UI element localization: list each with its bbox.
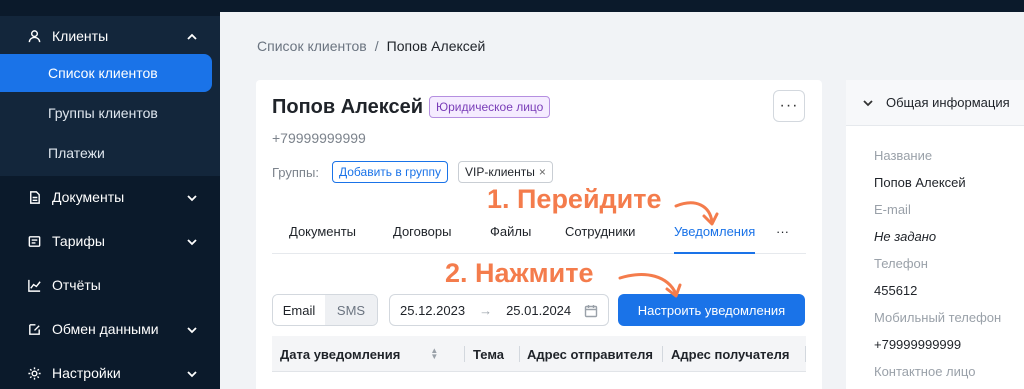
date-range-picker[interactable]: 25.12.2023 → 25.01.2024 [389, 294, 609, 326]
more-actions-button[interactable]: ··· [773, 90, 805, 122]
page-title: Попов Алексей [272, 96, 424, 118]
tab-contracts[interactable]: Договоры [393, 224, 451, 254]
client-phone: +79999999999 [272, 130, 366, 146]
sidebar-item-label: Настройки [52, 365, 121, 381]
breadcrumb-parent[interactable]: Список клиентов [257, 38, 367, 54]
annotation-step-2: 2. Нажмите [445, 258, 594, 288]
sidebar-item-label: Отчёты [52, 277, 101, 293]
group-tag-label: VIP-клиенты [465, 165, 535, 179]
sidebar-item-reports[interactable]: Отчёты [0, 265, 220, 305]
document-icon [26, 189, 42, 205]
field-value-mobile: +79999999999 [874, 337, 962, 352]
sidebar-subitem-payments[interactable]: Платежи [0, 134, 212, 172]
annotation-arrow-icon [674, 201, 719, 226]
top-bar [220, 0, 1024, 12]
sort-icon[interactable]: ▲ ▼ [430, 347, 438, 361]
channel-sms[interactable]: SMS [325, 295, 377, 325]
gear-icon [26, 365, 42, 381]
sidebar-subitem-client-list[interactable]: Список клиентов [0, 54, 212, 92]
chevron-down-icon [186, 191, 198, 203]
chevron-down-icon [186, 235, 198, 247]
sidebar-item-tariffs[interactable]: Тарифы [0, 221, 220, 261]
annotation-step-1: 1. Перейдите [487, 184, 662, 214]
field-value-phone: 455612 [874, 283, 918, 298]
column-header-subject[interactable]: Тема [465, 336, 520, 372]
client-type-badge: Юридическое лицо [429, 96, 551, 118]
sidebar-item-settings[interactable]: Настройки [0, 353, 220, 389]
chart-icon [26, 277, 42, 293]
column-header-recipient[interactable]: Адрес получателя [663, 336, 806, 372]
tab-documents[interactable]: Документы [289, 224, 356, 254]
column-header-date[interactable]: Дата уведомления ▲ ▼ [272, 336, 465, 372]
group-tag-vip: VIP-клиенты × [458, 161, 553, 183]
tab-files[interactable]: Файлы [490, 224, 531, 254]
table-header: Дата уведомления ▲ ▼ Тема Адрес отправите… [272, 336, 806, 372]
close-icon[interactable]: × [539, 165, 546, 179]
breadcrumb-separator: / [374, 38, 379, 54]
tabs-more-button[interactable]: ··· [776, 224, 789, 254]
field-label-email: E-mail [874, 202, 911, 217]
tab-employees[interactable]: Сотрудники [565, 224, 635, 254]
general-info-header[interactable]: Общая информация [846, 80, 1024, 126]
sidebar-item-documents[interactable]: Документы [0, 177, 220, 217]
channel-switch: Email SMS [272, 294, 378, 326]
field-label-name: Название [874, 148, 933, 163]
sidebar-item-label: Документы [52, 189, 125, 205]
client-card: Попов Алексей Юридическое лицо ··· +7999… [256, 80, 822, 389]
edit-icon [26, 321, 42, 337]
sidebar-item-data-exchange[interactable]: Обмен данными [0, 309, 220, 349]
field-label-contact: Контактное лицо [874, 364, 976, 379]
column-header-sender[interactable]: Адрес отправителя [519, 336, 663, 372]
sidebar: Клиенты Список клиентов Группы клиентов … [0, 0, 220, 389]
chevron-down-icon [186, 367, 198, 379]
add-to-group-button[interactable]: Добавить в группу [332, 161, 448, 183]
tariff-icon [26, 233, 42, 249]
breadcrumb: Список клиентов / Попов Алексей [257, 38, 485, 54]
channel-email[interactable]: Email [273, 295, 325, 325]
annotation-arrow-icon [618, 273, 682, 298]
date-from: 25.12.2023 [400, 302, 466, 318]
chevron-down-icon [186, 323, 198, 335]
sidebar-subitem-client-groups[interactable]: Группы клиентов [0, 94, 212, 132]
groups-label: Группы: [272, 165, 319, 180]
field-value-email: Не задано [874, 229, 937, 244]
user-icon [26, 28, 42, 44]
sidebar-item-label: Тарифы [52, 233, 105, 249]
arrow-right-icon: → [479, 302, 493, 318]
sidebar-item-label: Обмен данными [52, 321, 159, 337]
date-to: 25.01.2024 [506, 302, 572, 318]
sidebar-item-clients[interactable]: Клиенты [0, 16, 220, 56]
field-label-phone: Телефон [874, 256, 928, 271]
field-label-mobile: Мобильный телефон [874, 310, 1002, 325]
calendar-icon [584, 304, 598, 318]
chevron-up-icon [186, 30, 198, 42]
panel-title: Общая информация [886, 95, 1010, 110]
general-info-panel: Общая информация Название Попов Алексей … [846, 80, 1024, 389]
chevron-down-icon [863, 99, 873, 106]
breadcrumb-current: Попов Алексей [386, 38, 486, 54]
sidebar-item-label: Клиенты [52, 28, 109, 44]
field-value-name: Попов Алексей [874, 175, 966, 190]
